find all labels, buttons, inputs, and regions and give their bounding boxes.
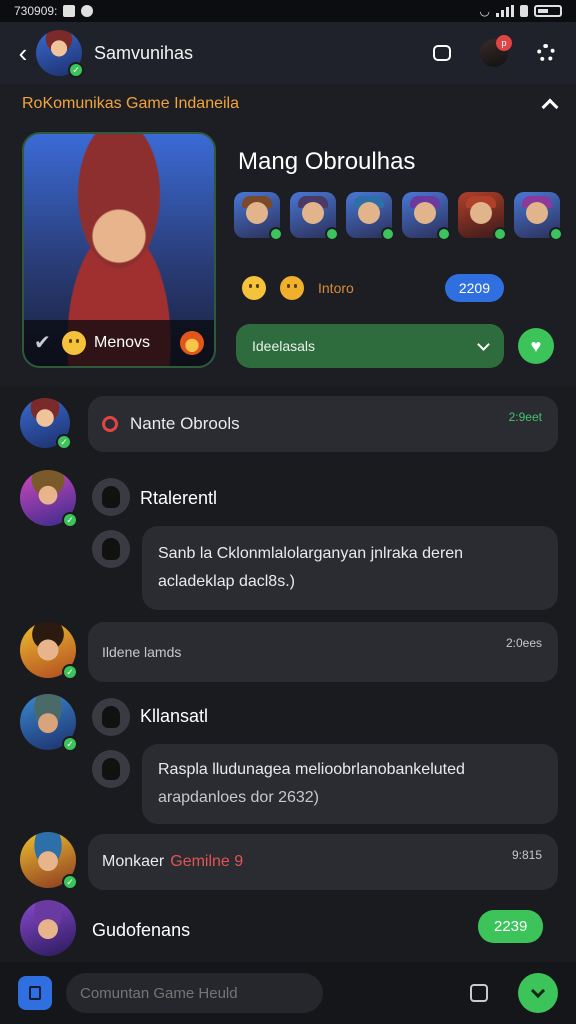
reply-avatar[interactable] xyxy=(92,530,130,568)
sender-name: Kllansatl xyxy=(140,706,209,726)
fire-icon[interactable] xyxy=(180,331,204,355)
member-avatar[interactable] xyxy=(514,192,563,241)
avatar[interactable]: ✓ xyxy=(20,398,72,450)
verified-icon: ✓ xyxy=(68,62,84,78)
avatar[interactable]: ✓ xyxy=(20,470,78,528)
message-text: Ildene lamds xyxy=(102,644,182,660)
top-app-bar: ‹ ✓ Samvunihas p xyxy=(0,22,576,84)
message-line: arapdanloes dor 2632) xyxy=(158,789,320,806)
settings-icon[interactable] xyxy=(528,35,564,71)
reaction-row: Intoro 2209 xyxy=(242,274,504,302)
verified-icon: ✓ xyxy=(56,434,72,450)
notification-badge: p xyxy=(496,35,512,51)
avatar[interactable]: ✓ xyxy=(20,622,78,680)
chevron-up-icon[interactable] xyxy=(541,98,559,116)
verified-icon: ✓ xyxy=(62,874,78,890)
message-input[interactable] xyxy=(66,973,323,1013)
grin-emoji-icon[interactable] xyxy=(280,276,304,300)
message-composer xyxy=(0,962,576,1024)
message-text: Nante Obrools xyxy=(130,414,240,433)
wifi-icon: ◡ xyxy=(479,4,490,18)
send-button[interactable] xyxy=(518,973,558,1013)
group-profile: ✔ Menovs Mang Obroulhas Intoro 2209 Idee… xyxy=(0,124,576,386)
sticker-icon[interactable] xyxy=(470,984,488,1002)
chevron-down-icon xyxy=(477,337,490,351)
sender-avatar[interactable] xyxy=(92,478,130,516)
avatar[interactable] xyxy=(20,900,76,956)
attach-icon[interactable] xyxy=(18,976,52,1010)
smile-emoji-icon[interactable] xyxy=(242,276,266,300)
dropdown-value: Ideelasals xyxy=(252,338,316,354)
image-icon xyxy=(63,5,76,17)
member-avatars xyxy=(234,192,563,241)
list-item: ✓ Ildene lamds 2:0ees xyxy=(0,620,576,686)
notification-icon xyxy=(81,5,94,17)
timestamp: 2:9eet xyxy=(508,410,542,424)
notification-avatar[interactable]: p xyxy=(476,35,512,71)
chat-icon[interactable] xyxy=(424,35,460,71)
timestamp: 9:815 xyxy=(511,848,542,862)
reaction-label: Intoro xyxy=(318,280,354,296)
sender-name: Rtalerentl xyxy=(140,488,218,508)
avatar[interactable]: ✓ xyxy=(20,694,78,752)
hero-footer: ✔ Menovs xyxy=(24,320,214,366)
verified-icon: ✓ xyxy=(62,664,78,680)
message-text: Monkaer xyxy=(102,853,165,870)
sender-avatar[interactable] xyxy=(92,698,130,736)
status-bar: 730909: ◡ xyxy=(0,0,576,22)
system-message[interactable]: Nante Obrools 2:9eet xyxy=(88,396,558,452)
avatar[interactable]: ✓ xyxy=(20,832,78,890)
member-avatar[interactable] xyxy=(458,192,507,241)
group-header[interactable]: RoKomunikas Game Indaneila xyxy=(0,84,576,124)
check-icon[interactable]: ✔ xyxy=(34,333,54,353)
member-avatar[interactable] xyxy=(402,192,451,241)
profile-title: Mang Obroulhas xyxy=(238,148,416,175)
message-bubble[interactable]: Sanb la Cklonmlalolarganyan jnlraka dere… xyxy=(142,526,558,610)
member-avatar[interactable] xyxy=(346,192,395,241)
group-avatar[interactable]: ✓ xyxy=(36,30,84,78)
mute-icon xyxy=(520,5,528,17)
back-arrow-icon[interactable]: ‹ xyxy=(12,38,34,68)
group-name: RoKomunikas Game Indaneila xyxy=(22,95,240,112)
notice-message[interactable]: Ildene lamds 2:0ees xyxy=(88,622,558,682)
reply-avatar[interactable] xyxy=(92,750,130,788)
message-line: acladeklap dacl8s.) xyxy=(158,573,295,590)
message-bubble[interactable]: Raspla lludunagea melioobrlanobankeluted… xyxy=(142,744,558,824)
list-item: ✓ Rtalerentl Sanb la Cklonmlalolarganyan… xyxy=(0,466,576,616)
count-pill[interactable]: 2239 xyxy=(478,910,544,943)
message-line: Sanb la Cklonmlalolarganyan jnlraka dere… xyxy=(158,545,464,562)
heart-button[interactable]: ♥ xyxy=(518,328,554,364)
list-item: ✓ Kllansatl Raspla lludunagea melioobrla… xyxy=(0,686,576,836)
highlight-text[interactable]: Gemilne 9 xyxy=(170,853,243,871)
hero-label: Menovs xyxy=(94,334,151,351)
system-message[interactable]: Monkaer Gemilne 9 9:815 xyxy=(88,834,558,890)
record-icon xyxy=(102,416,118,432)
status-dropdown[interactable]: Ideelasals xyxy=(236,324,504,368)
sender-name: Gudofenans xyxy=(92,920,191,940)
member-avatar[interactable] xyxy=(290,192,339,241)
verified-icon: ✓ xyxy=(62,512,78,528)
battery-icon xyxy=(534,5,562,17)
verified-icon: ✓ xyxy=(62,736,78,752)
status-time: 730909: xyxy=(14,4,58,18)
input-wrapper xyxy=(66,973,504,1013)
smile-emoji-icon xyxy=(62,331,86,355)
signal-icon xyxy=(496,5,514,17)
list-item: ✓ Monkaer Gemilne 9 9:815 xyxy=(0,832,576,894)
member-avatar[interactable] xyxy=(234,192,283,241)
message-line: Raspla lludunagea melioobrlanobankeluted xyxy=(158,761,465,778)
message-feed[interactable]: ✓ Nante Obrools 2:9eet ✓ Rtalerentl Sanb… xyxy=(0,386,576,962)
page-title: Samvunihas xyxy=(94,42,194,63)
list-item: Gudofenans 2239 xyxy=(0,898,576,962)
hero-image[interactable]: ✔ Menovs xyxy=(22,132,216,368)
list-item: ✓ Nante Obrools 2:9eet xyxy=(0,394,576,460)
timestamp: 2:0ees xyxy=(505,636,542,650)
counter-pill[interactable]: 2209 xyxy=(444,274,504,302)
